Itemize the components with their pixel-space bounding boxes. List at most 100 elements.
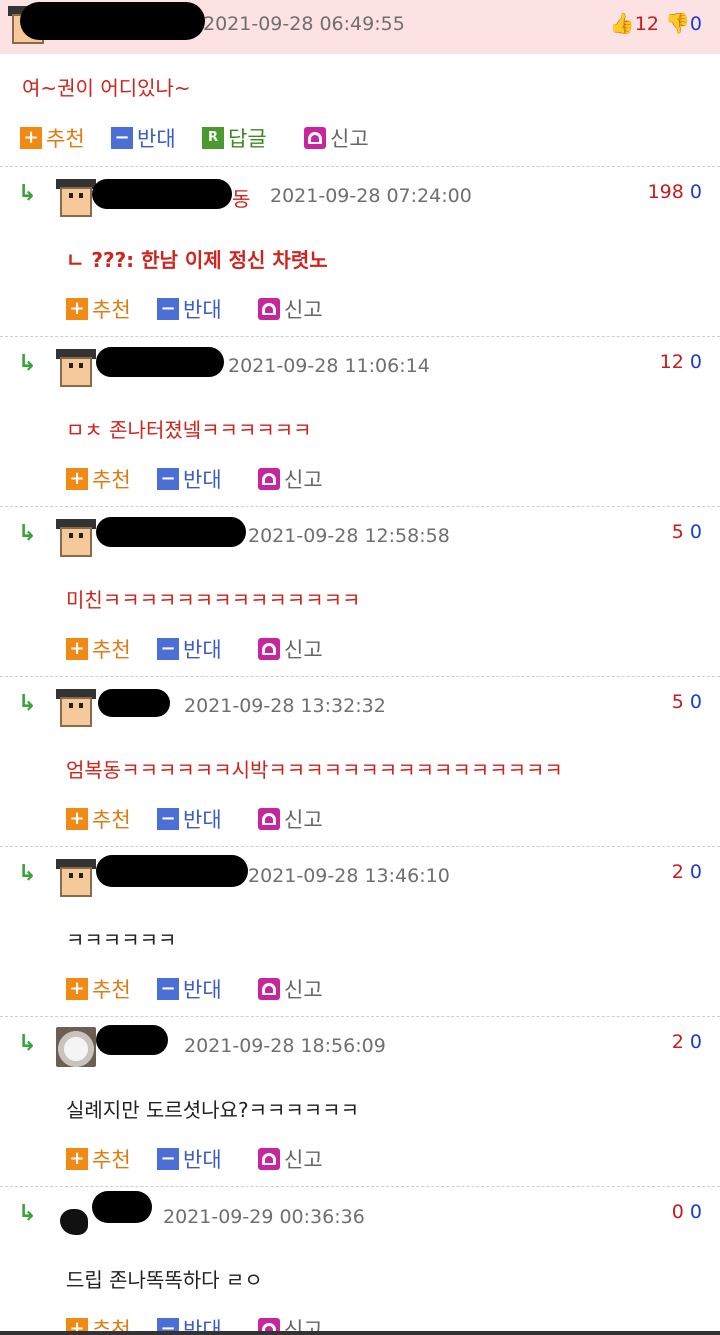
recommend-button[interactable]: + 추천 (66, 464, 131, 494)
bottom-edge-bar (0, 1331, 720, 1335)
recommend-button[interactable]: + 추천 (66, 804, 131, 834)
recommend-button[interactable]: + 추천 (66, 974, 131, 1004)
up-count: 5 (671, 691, 684, 713)
comment-date: 2021-09-28 06:49:55 (203, 13, 405, 35)
plus-icon: + (20, 127, 42, 149)
siren-icon (258, 1318, 280, 1331)
recommend-button[interactable]: + 추천 (66, 294, 131, 324)
oppose-button[interactable]: − 반대 (157, 634, 222, 664)
plus-icon: + (66, 298, 88, 320)
thumbs-up-icon[interactable]: 👍 (610, 11, 635, 35)
siren-icon (258, 468, 280, 490)
down-count: 0 (689, 351, 702, 373)
reply-comment: ↳ 2021-09-28 18:56:09 2 0 실례지만 도르셧나요?ㅋㅋㅋ… (0, 1016, 720, 1186)
comment-date: 2021-09-28 07:24:00 (270, 185, 472, 207)
oppose-button[interactable]: − 반대 (157, 1144, 222, 1174)
minus-icon: − (157, 298, 179, 320)
down-count: 0 (689, 1031, 702, 1053)
reply-comment: ↳ 2021-09-28 11:06:14 12 0 ㅁㅊ 존나터졌넼ㅋㅋㅋㅋㅋ… (0, 336, 720, 506)
reply-comment: ↳ 2021-09-29 00:36:36 0 0 드립 존나똑똑하다 ㄹㅇ +… (0, 1186, 720, 1331)
avatar[interactable] (56, 349, 96, 389)
recommend-button[interactable]: + 추천 (66, 634, 131, 664)
minus-icon: − (157, 1148, 179, 1170)
reply-arrow-icon: ↳ (18, 1201, 37, 1226)
down-count: 0 (689, 1201, 702, 1223)
redacted-username (96, 1025, 168, 1055)
down-count: 0 (689, 521, 702, 543)
comment-text: ㅁㅊ 존나터졌넼ㅋㅋㅋㅋㅋㅋ (66, 418, 312, 442)
report-button[interactable]: 신고 (258, 634, 323, 664)
comment-actions: + 추천 − 반대 신고 (66, 1314, 366, 1331)
plus-icon: + (66, 808, 88, 830)
top-comment: 2021-09-28 06:49:55 👍12 👎0 여~권이 어디있나~ + … (0, 0, 720, 170)
comment-date: 2021-09-28 13:46:10 (248, 865, 450, 887)
minus-icon: − (157, 1318, 179, 1331)
oppose-button[interactable]: − 반대 (111, 123, 176, 153)
reply-button[interactable]: R 답글 (202, 123, 267, 153)
reply-arrow-icon: ↳ (18, 691, 37, 716)
redacted-username (20, 2, 205, 40)
avatar[interactable] (56, 689, 96, 729)
recommend-button[interactable]: + 추천 (20, 123, 85, 153)
comment-actions: + 추천 − 반대 신고 (66, 464, 366, 492)
avatar[interactable] (56, 859, 96, 899)
comment-text: ㅋㅋㅋㅋㅋㅋ (66, 928, 177, 952)
recommend-button[interactable]: + 추천 (66, 1314, 131, 1331)
up-count: 5 (671, 521, 684, 543)
redacted-username (96, 855, 248, 887)
redacted-username (96, 347, 224, 377)
avatar[interactable] (56, 1201, 96, 1241)
minus-icon: − (157, 808, 179, 830)
down-count: 0 (689, 861, 702, 883)
report-button[interactable]: 신고 (304, 123, 369, 153)
siren-icon (258, 1148, 280, 1170)
avatar[interactable] (56, 179, 96, 219)
report-button[interactable]: 신고 (258, 294, 323, 324)
reply-comment: ↳ 2021-09-28 13:32:32 5 0 엄복동ㅋㅋㅋㅋㅋㅋ시박ㅋㅋㅋ… (0, 676, 720, 846)
oppose-button[interactable]: − 반대 (157, 464, 222, 494)
vote-counts: 2 0 (672, 1031, 702, 1053)
report-button[interactable]: 신고 (258, 1144, 323, 1174)
comment-text: 드립 존나똑똑하다 ㄹㅇ (66, 1268, 263, 1292)
thumbs-down-icon[interactable]: 👎 (665, 11, 690, 35)
vote-counts: 5 0 (672, 521, 702, 543)
siren-icon (258, 298, 280, 320)
report-button[interactable]: 신고 (258, 464, 323, 494)
report-button[interactable]: 신고 (258, 974, 323, 1004)
comment-date: 2021-09-29 00:36:36 (163, 1206, 365, 1228)
up-count: 0 (671, 1201, 684, 1223)
report-button[interactable]: 신고 (258, 1314, 323, 1331)
vote-counts: 198 0 (648, 181, 702, 203)
minus-icon: − (111, 127, 133, 149)
oppose-button[interactable]: − 반대 (157, 804, 222, 834)
reply-arrow-icon: ↳ (18, 521, 37, 546)
vote-counts: 12 0 (660, 351, 702, 373)
comment-actions: + 추천 − 반대 신고 (66, 974, 366, 1002)
reply-arrow-icon: ↳ (18, 1031, 37, 1056)
vote-counts: 5 0 (672, 691, 702, 713)
down-count: 0 (689, 13, 702, 35)
oppose-button[interactable]: − 반대 (157, 294, 222, 324)
redacted-username (98, 689, 170, 717)
comment-text: 미친ㅋㅋㅋㅋㅋㅋㅋㅋㅋㅋㅋㅋㅋㅋ (66, 588, 361, 612)
comment-actions: + 추천 − 반대 신고 (66, 294, 366, 322)
comment-actions: + 추천 − 반대 R 답글 신고 (20, 123, 420, 151)
vote-counts: 👍12 👎0 (610, 11, 702, 35)
siren-icon (258, 638, 280, 660)
plus-icon: + (66, 1318, 88, 1331)
comment-date: 2021-09-28 12:58:58 (248, 525, 450, 547)
avatar[interactable] (56, 1027, 96, 1067)
minus-icon: − (157, 638, 179, 660)
reply-arrow-icon: ↳ (18, 181, 37, 206)
recommend-button[interactable]: + 추천 (66, 1144, 131, 1174)
minus-icon: − (157, 468, 179, 490)
report-button[interactable]: 신고 (258, 804, 323, 834)
up-count: 2 (671, 861, 684, 883)
siren-icon (258, 978, 280, 1000)
down-count: 0 (689, 691, 702, 713)
oppose-button[interactable]: − 반대 (157, 974, 222, 1004)
avatar[interactable] (56, 519, 96, 559)
oppose-button[interactable]: − 반대 (157, 1314, 222, 1331)
plus-icon: + (66, 468, 88, 490)
redacted-username (96, 517, 246, 547)
